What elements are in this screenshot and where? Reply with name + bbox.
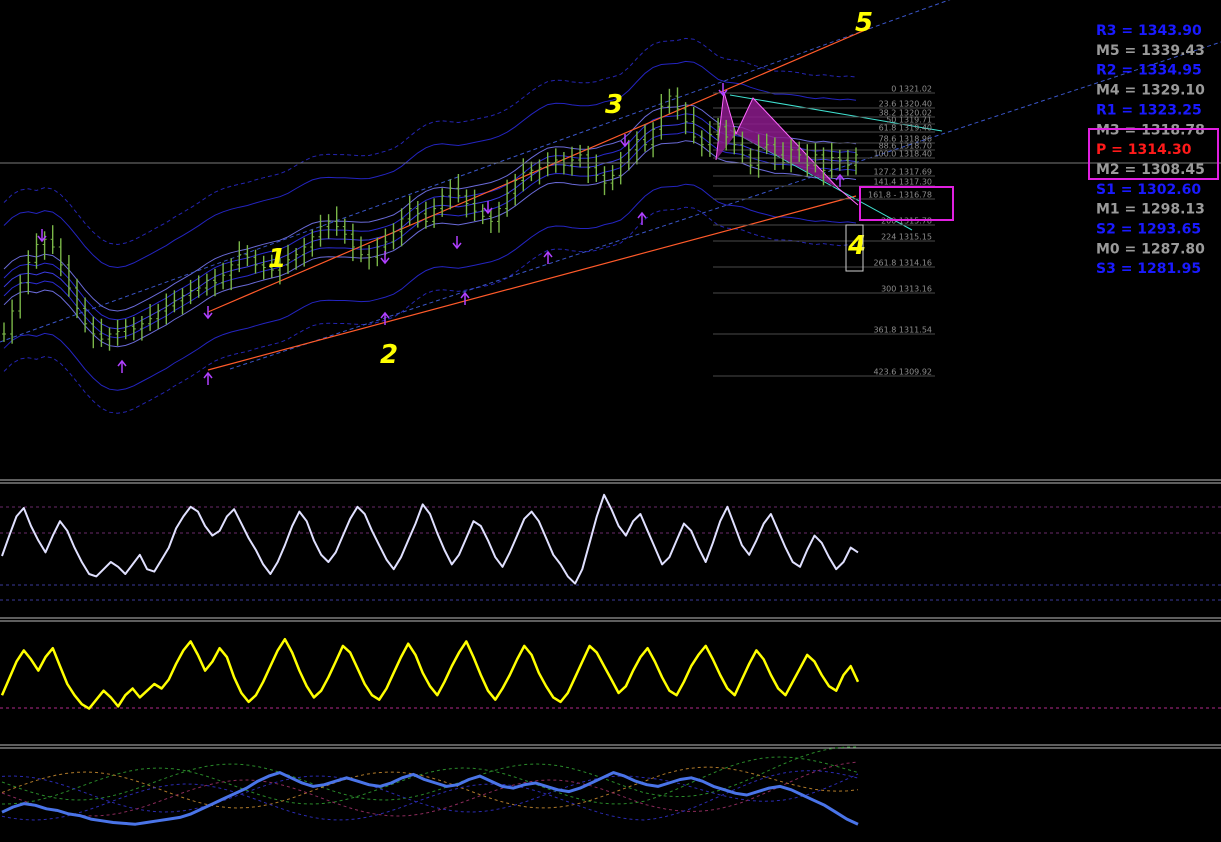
fib-level-label: 261.8 1314.16 <box>873 259 932 268</box>
pivot-level: M5 = 1339.43 <box>1096 43 1205 59</box>
pivot-level: M2 = 1308.45 <box>1096 162 1205 178</box>
fib-level-label: 300 1313.16 <box>881 285 932 294</box>
pivot-level: M3 = 1318.78 <box>1096 122 1205 138</box>
fib-level-label: 361.8 1311.54 <box>873 326 932 335</box>
pivot-level: S3 = 1281.95 <box>1096 261 1201 277</box>
fib-level-label: 100.0 1318.40 <box>873 150 932 159</box>
pivot-level: R1 = 1323.25 <box>1096 102 1202 118</box>
trading-chart[interactable]: 0 1321.0223.6 1320.4038.2 1320.0250 1319… <box>0 0 1221 842</box>
chart-background <box>0 0 1221 842</box>
fib-level-label: 141.4 1317.30 <box>873 178 932 187</box>
fib-level-label: 423.6 1309.92 <box>873 368 932 377</box>
fib-level-label: 23.6 1320.40 <box>879 100 932 109</box>
fib-level-label: 61.8 1319.40 <box>879 124 932 133</box>
fib-level-label: 127.2 1317.69 <box>873 168 932 177</box>
wave-label: 5 <box>855 8 873 38</box>
wave-label: 3 <box>605 90 623 120</box>
pivot-level: S1 = 1302.60 <box>1096 182 1201 198</box>
pivot-level: M0 = 1287.80 <box>1096 241 1205 257</box>
pivot-level: P = 1314.30 <box>1096 142 1192 158</box>
fib-level-label: 161.8 - 1316.78 <box>868 191 932 200</box>
pivot-level: S2 = 1293.65 <box>1096 222 1201 238</box>
fib-level-label: 224 1315.15 <box>881 233 932 242</box>
pivot-level: R3 = 1343.90 <box>1096 23 1202 39</box>
wave-label: 1 <box>268 244 286 274</box>
fib-level-label: 0 1321.02 <box>891 85 932 94</box>
pivot-level: M1 = 1298.13 <box>1096 202 1205 218</box>
pivot-level: R2 = 1334.95 <box>1096 63 1202 79</box>
pivot-level: M4 = 1329.10 <box>1096 83 1205 99</box>
wave-label: 2 <box>380 340 398 370</box>
